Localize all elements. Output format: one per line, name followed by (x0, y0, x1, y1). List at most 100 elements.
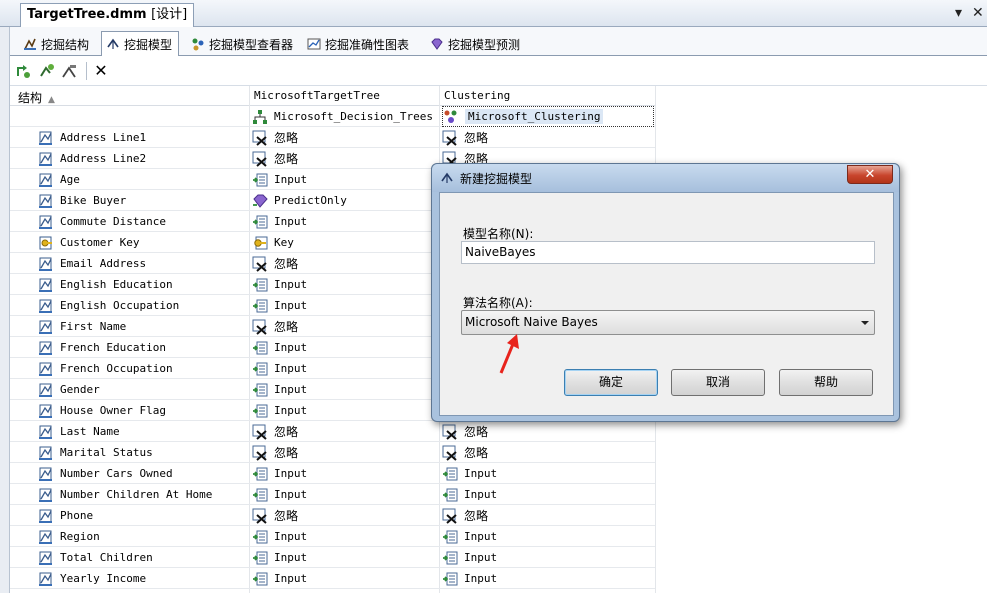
document-tab[interactable]: TargetTree.dmm [设计] (20, 3, 195, 27)
structure-column-cell[interactable]: Address Line1 (38, 127, 146, 148)
model2-usage-cell[interactable]: Input (442, 547, 497, 568)
model1-usage-cell[interactable]: 忽略 (252, 253, 298, 274)
usage-label: 忽略 (274, 446, 299, 460)
structure-column-cell[interactable]: Gender (38, 379, 100, 400)
structure-column-cell[interactable]: Total Children (38, 547, 153, 568)
model2-usage-cell[interactable]: Input (442, 484, 497, 505)
table-row[interactable]: Number Cars Owned Input Input (10, 463, 655, 484)
column-name: English Occupation (60, 299, 180, 312)
ok-button[interactable]: 确定 (564, 369, 658, 396)
structure-column-cell[interactable]: Number Children At Home (38, 484, 212, 505)
structure-column-cell[interactable]: English Occupation (38, 295, 179, 316)
column-icon (38, 550, 54, 566)
structure-column-cell[interactable]: Region (38, 526, 100, 547)
clustering-icon (443, 109, 459, 125)
model1-usage-cell[interactable]: 忽略 (252, 148, 298, 169)
usage-label: 忽略 (464, 131, 489, 145)
header-model1[interactable]: MicrosoftTargetTree (254, 89, 380, 102)
table-row[interactable]: Yearly Income Input Input (10, 568, 655, 589)
model1-usage-cell[interactable]: Input (252, 169, 307, 190)
table-row[interactable]: Total Children Input Input (10, 547, 655, 568)
tab-accuracy-chart[interactable]: 挖掘准确性图表 (302, 32, 416, 56)
structure-column-cell[interactable]: Email Address (38, 253, 146, 274)
dialog-title-bar[interactable]: 新建挖掘模型 ✕ (432, 164, 899, 192)
structure-column-cell[interactable]: Last Name (38, 421, 120, 442)
model1-usage-cell[interactable]: Input (252, 337, 307, 358)
model1-usage-cell[interactable]: Input (252, 484, 307, 505)
structure-column-cell[interactable]: Marital Status (38, 442, 153, 463)
model1-usage-cell[interactable]: Input (252, 526, 307, 547)
new-model-icon[interactable] (15, 62, 33, 80)
table-row[interactable]: Phone 忽略 忽略 (10, 505, 655, 526)
settings-icon[interactable] (60, 62, 78, 80)
tab-mining-structure[interactable]: 挖掘结构 (18, 32, 96, 56)
table-row[interactable]: Marital Status 忽略 忽略 (10, 442, 655, 463)
tab-prediction[interactable]: 挖掘模型预测 (425, 32, 527, 56)
structure-column-cell[interactable]: Age (38, 169, 80, 190)
cancel-button[interactable]: 取消 (671, 369, 765, 396)
tab-mining-model[interactable]: 挖掘模型 (101, 31, 180, 57)
model1-usage-cell[interactable]: 忽略 (252, 505, 298, 526)
structure-column-cell[interactable]: Bike Buyer (38, 190, 126, 211)
table-row[interactable]: Region Input Input (10, 526, 655, 547)
table-row[interactable]: Last Name 忽略 忽略 (10, 421, 655, 442)
model1-usage-cell[interactable]: PredictOnly (252, 190, 347, 211)
model1-usage-cell[interactable]: Input (252, 379, 307, 400)
close-document-icon[interactable]: ✕ (972, 4, 984, 22)
model2-usage-cell[interactable]: 忽略 (442, 505, 488, 526)
delete-icon[interactable]: ✕ (92, 62, 110, 80)
model1-usage-cell[interactable]: Input (252, 358, 307, 379)
tab-model-viewer[interactable]: 挖掘模型查看器 (186, 32, 300, 56)
dialog-close-button[interactable]: ✕ (847, 165, 893, 184)
structure-column-cell[interactable]: French Occupation (38, 358, 173, 379)
model2-usage-cell[interactable]: 忽略 (442, 421, 488, 442)
help-button[interactable]: 帮助 (779, 369, 873, 396)
structure-column-cell[interactable]: French Education (38, 337, 166, 358)
usage-label: 忽略 (274, 320, 299, 334)
model1-usage-cell[interactable]: Input (252, 211, 307, 232)
model2-usage-cell[interactable]: 忽略 (442, 442, 488, 463)
sort-ascending-icon: ▲ (48, 95, 55, 105)
column-icon (38, 214, 54, 230)
model1-usage-cell[interactable]: Key (252, 232, 294, 253)
model2-usage-cell[interactable]: 忽略 (442, 127, 488, 148)
column-icon (38, 340, 54, 356)
structure-column-cell[interactable]: Yearly Income (38, 568, 146, 589)
model1-usage-cell[interactable]: 忽略 (252, 127, 298, 148)
usage-label: Input (464, 467, 498, 480)
model2-usage-cell[interactable]: Input (442, 568, 497, 589)
structure-column-cell[interactable]: Phone (38, 505, 93, 526)
structure-column-cell[interactable]: Commute Distance (38, 211, 166, 232)
header-structure[interactable]: 结构 ▲ (18, 89, 55, 106)
column-icon (38, 466, 54, 482)
model1-usage-cell[interactable]: Input (252, 547, 307, 568)
model1-usage-cell[interactable]: 忽略 (252, 421, 298, 442)
window-list-icon[interactable]: ▾ (955, 4, 962, 22)
model1-usage-cell[interactable]: 忽略 (252, 316, 298, 337)
structure-column-cell[interactable]: Address Line2 (38, 148, 146, 169)
structure-column-cell[interactable]: House Owner Flag (38, 400, 166, 421)
model1-algorithm[interactable]: Microsoft_Decision_Trees (252, 106, 433, 127)
model1-usage-cell[interactable]: Input (252, 295, 307, 316)
process-icon[interactable] (38, 62, 56, 80)
structure-column-cell[interactable]: English Education (38, 274, 173, 295)
model1-usage-cell[interactable]: Input (252, 274, 307, 295)
model-name-input[interactable]: NaiveBayes (461, 241, 875, 264)
mining-structure-icon (23, 37, 37, 51)
ignore-icon (442, 424, 458, 440)
column-name: Email Address (60, 257, 147, 270)
model1-usage-cell[interactable]: Input (252, 568, 307, 589)
model1-usage-cell[interactable]: Input (252, 400, 307, 421)
header-model2[interactable]: Clustering (444, 89, 510, 102)
column-name: Region (60, 530, 100, 543)
model2-algorithm[interactable]: Microsoft_Clustering (442, 106, 654, 127)
structure-column-cell[interactable]: First Name (38, 316, 126, 337)
structure-column-cell[interactable]: Number Cars Owned (38, 463, 173, 484)
structure-column-cell[interactable]: Customer Key (38, 232, 139, 253)
model1-usage-cell[interactable]: Input (252, 463, 307, 484)
model1-usage-cell[interactable]: 忽略 (252, 442, 298, 463)
model2-usage-cell[interactable]: Input (442, 463, 497, 484)
table-row[interactable]: Address Line1 忽略 忽略 (10, 127, 655, 148)
model2-usage-cell[interactable]: Input (442, 526, 497, 547)
table-row[interactable]: Number Children At Home Input Input (10, 484, 655, 505)
